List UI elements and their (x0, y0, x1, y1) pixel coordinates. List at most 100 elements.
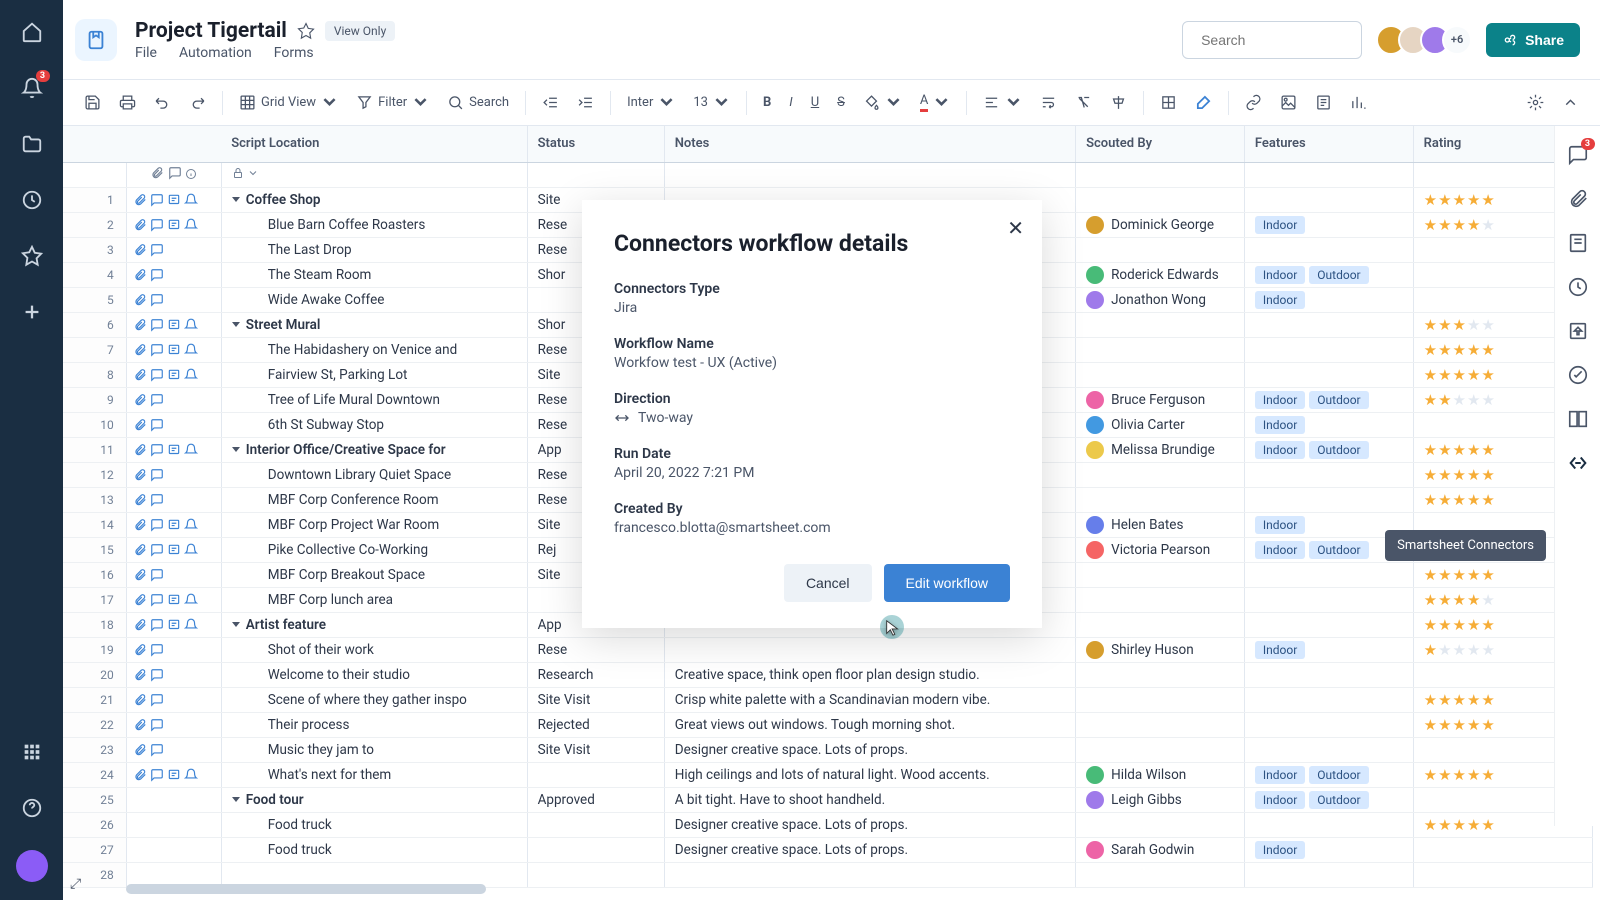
folder-icon[interactable] (18, 130, 46, 158)
table-row[interactable]: 23Music they jam toSite VisitDesigner cr… (63, 737, 1593, 762)
toolbar-search[interactable]: Search (440, 87, 516, 119)
col-notes[interactable]: Notes (664, 126, 1075, 162)
table-row[interactable]: 19Shot of their workReseShirley HusonInd… (63, 637, 1593, 662)
type-label: Connectors Type (614, 281, 1010, 297)
summary-panel-icon[interactable] (1567, 364, 1589, 386)
add-icon[interactable] (18, 298, 46, 326)
name-label: Workflow Name (614, 336, 1010, 352)
activity-panel-icon[interactable] (1567, 276, 1589, 298)
notification-badge: 3 (36, 70, 50, 82)
expand-icon[interactable]: ⤢ (70, 876, 81, 892)
format-painter-icon[interactable] (1103, 87, 1134, 119)
workapps-panel-icon[interactable] (1567, 408, 1589, 430)
createdby-label: Created By (614, 501, 1010, 517)
font-size-select[interactable]: 13 (686, 87, 737, 119)
favorite-star-icon[interactable] (297, 22, 315, 40)
font-family-select[interactable]: Inter (620, 87, 682, 119)
bell-icon[interactable]: 3 (18, 74, 46, 102)
indent-icon[interactable] (570, 87, 601, 119)
attachments-panel-icon[interactable] (1567, 188, 1589, 210)
search-box[interactable] (1182, 21, 1362, 59)
bold-icon[interactable]: B (756, 87, 778, 119)
row-number-header (63, 126, 126, 162)
table-row[interactable]: 21Scene of where they gather inspoSite V… (63, 687, 1593, 712)
table-row[interactable]: 25Food tourApprovedA bit tight. Have to … (63, 787, 1593, 812)
align-icon[interactable] (976, 87, 1029, 119)
italic-icon[interactable]: I (782, 87, 799, 119)
share-button[interactable]: Share (1486, 23, 1580, 57)
borders-icon[interactable] (1153, 87, 1184, 119)
direction-value: Two-way (614, 410, 1010, 426)
menu-bar: File Automation Forms (135, 45, 395, 61)
menu-file[interactable]: File (135, 45, 157, 61)
collapse-icon[interactable] (1555, 87, 1586, 119)
rundate-label: Run Date (614, 446, 1010, 462)
table-row[interactable]: 20Welcome to their studioResearchCreativ… (63, 662, 1593, 687)
wrap-icon[interactable] (1033, 87, 1064, 119)
menu-automation[interactable]: Automation (179, 45, 252, 61)
view-mode-chip: View Only (325, 21, 395, 41)
apps-icon[interactable] (18, 738, 46, 766)
cancel-button[interactable]: Cancel (784, 564, 872, 602)
doc-icon (75, 19, 117, 61)
print-icon[interactable] (112, 87, 143, 119)
toolbar: Grid View Filter Search Inter 13 B I U S… (63, 80, 1600, 126)
comments-panel-icon[interactable]: 3 (1567, 144, 1589, 166)
createdby-value: francesco.blotta@smartsheet.com (614, 520, 1010, 536)
fill-color-icon[interactable] (856, 87, 909, 119)
connectors-panel-icon[interactable] (1567, 452, 1589, 474)
table-row[interactable]: 27Food truckDesigner creative space. Lot… (63, 837, 1593, 862)
direction-label: Direction (614, 391, 1010, 407)
outdent-icon[interactable] (535, 87, 566, 119)
redo-icon[interactable] (182, 87, 213, 119)
table-row[interactable]: 22Their processRejectedGreat views out w… (63, 712, 1593, 737)
page-title: Project Tigertail (135, 19, 287, 43)
close-icon[interactable]: ✕ (1007, 216, 1024, 240)
rundate-value: April 20, 2022 7:21 PM (614, 465, 1010, 481)
share-icon (1502, 32, 1518, 48)
help-icon[interactable] (18, 794, 46, 822)
chevron-down-icon (713, 94, 730, 111)
form-icon[interactable] (1308, 87, 1339, 119)
chevron-down-icon (1005, 94, 1022, 111)
edit-workflow-button[interactable]: Edit workflow (884, 564, 1010, 602)
settings-icon[interactable] (1520, 87, 1551, 119)
col-scouted-by[interactable]: Scouted By (1076, 126, 1245, 162)
col-script-location[interactable]: Script Location (221, 126, 527, 162)
link-icon[interactable] (1238, 87, 1269, 119)
highlight-icon[interactable] (1188, 87, 1219, 119)
underline-icon[interactable]: U (804, 87, 826, 119)
text-color-icon[interactable]: A (913, 87, 957, 119)
collaborator-avatars[interactable]: +6 (1376, 25, 1472, 55)
home-icon[interactable] (18, 18, 46, 46)
icons-header (126, 126, 221, 162)
chart-icon[interactable] (1343, 87, 1374, 119)
table-row[interactable]: 24What's next for themHigh ceilings and … (63, 762, 1593, 787)
connectors-tooltip: Smartsheet Connectors (1385, 530, 1546, 561)
recent-icon[interactable] (18, 186, 46, 214)
proofs-panel-icon[interactable] (1567, 232, 1589, 254)
two-way-icon (614, 410, 630, 426)
undo-icon[interactable] (147, 87, 178, 119)
comment-icon (168, 166, 182, 180)
col-features[interactable]: Features (1244, 126, 1413, 162)
name-value: Workfow test - UX (Active) (614, 355, 1010, 371)
chevron-down-icon (658, 94, 675, 111)
user-avatar[interactable] (16, 850, 48, 882)
strikethrough-icon[interactable]: S (830, 87, 852, 119)
save-icon[interactable] (77, 87, 108, 119)
table-row[interactable]: 26Food truckDesigner creative space. Lot… (63, 812, 1593, 837)
horizontal-scrollbar[interactable] (126, 884, 486, 894)
star-icon[interactable] (18, 242, 46, 270)
view-switcher[interactable]: Grid View (232, 87, 345, 119)
col-status[interactable]: Status (527, 126, 664, 162)
attachment-icon (150, 166, 164, 180)
filter-button[interactable]: Filter (349, 87, 436, 119)
info-icon (185, 168, 197, 180)
search-input[interactable] (1201, 32, 1382, 48)
image-icon[interactable] (1273, 87, 1304, 119)
menu-forms[interactable]: Forms (274, 45, 314, 61)
clear-format-icon[interactable] (1068, 87, 1099, 119)
type-value: Jira (614, 300, 1010, 316)
publish-panel-icon[interactable] (1567, 320, 1589, 342)
